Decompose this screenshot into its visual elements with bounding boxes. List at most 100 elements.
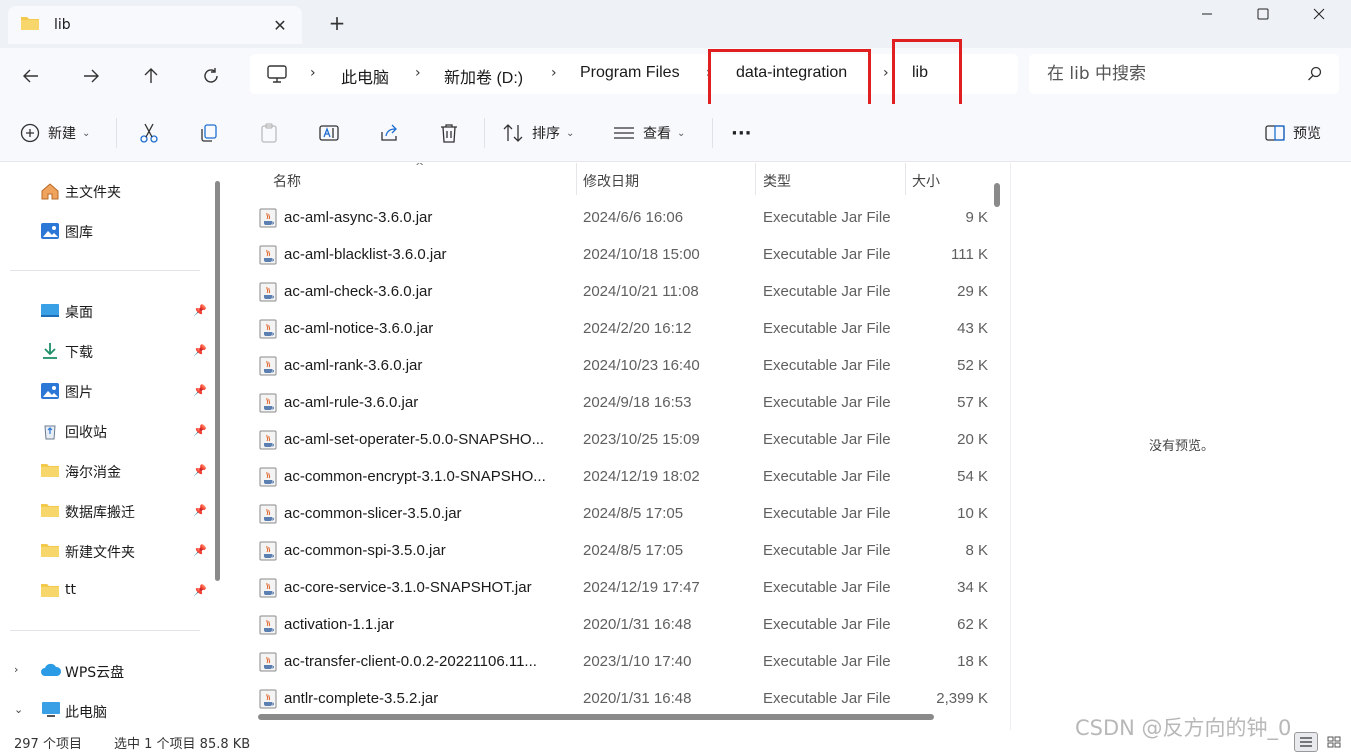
pin-icon[interactable]: 📌: [193, 464, 207, 477]
sidebar-item-pictures[interactable]: 图片 📌: [0, 373, 210, 409]
view-button[interactable]: 查看 ⌄: [613, 121, 685, 145]
file-size: 54 K: [957, 468, 988, 485]
jar-file-icon: [258, 208, 278, 232]
tiles-view-button[interactable]: [1322, 732, 1346, 752]
table-row[interactable]: ac-aml-rule-3.6.0.jar 2024/9/18 16:53 Exec…: [232, 385, 992, 422]
sidebar-item-this-pc[interactable]: ⌄ 此电脑: [0, 693, 210, 729]
table-row[interactable]: ac-aml-notice-3.6.0.jar 2024/2/20 16:12 Ex…: [232, 311, 992, 348]
paste-button[interactable]: [258, 121, 280, 145]
file-size: 29 K: [957, 283, 988, 300]
file-name: ac-transfer-client-0.0.2-20221106.11...: [284, 653, 537, 670]
forward-button[interactable]: [77, 62, 105, 90]
back-button[interactable]: [17, 62, 45, 90]
arrow-right-icon: [84, 69, 99, 83]
more-options-button[interactable]: ···: [731, 121, 752, 145]
sidebar-scrollbar[interactable]: [215, 181, 220, 581]
close-window-button[interactable]: [1296, 0, 1342, 28]
table-row[interactable]: ac-aml-check-3.6.0.jar 2024/10/21 11:08 Ex…: [232, 274, 992, 311]
chevron-down-icon[interactable]: ⌄: [14, 703, 23, 716]
new-button-label: 新建: [48, 126, 76, 142]
sidebar-item-desktop[interactable]: 桌面 📌: [0, 293, 210, 329]
pictures-icon: [40, 381, 60, 405]
sidebar-item-recycle-bin[interactable]: 回收站 📌: [0, 413, 210, 449]
breadcrumb-program-files[interactable]: Program Files: [580, 64, 680, 82]
minimize-button[interactable]: [1184, 0, 1230, 28]
table-row[interactable]: ac-common-spi-3.5.0.jar 2024/8/5 17:05 Exe…: [232, 533, 992, 570]
chevron-right-icon[interactable]: ›: [14, 663, 18, 676]
table-row[interactable]: ac-core-service-3.1.0-SNAPSHOT.jar 2024/1…: [232, 570, 992, 607]
file-size: 2,399 K: [936, 690, 988, 707]
cut-button[interactable]: [138, 121, 160, 145]
table-row[interactable]: activation-1.1.jar 2020/1/31 16:48 Executa…: [232, 607, 992, 644]
table-row[interactable]: ac-common-slicer-3.5.0.jar 2024/8/5 17:05…: [232, 496, 992, 533]
share-button[interactable]: [378, 121, 400, 145]
pin-icon[interactable]: 📌: [193, 344, 207, 357]
column-header-name[interactable]: 名称: [273, 163, 573, 195]
home-icon: [40, 181, 60, 205]
refresh-button[interactable]: [197, 62, 225, 90]
sidebar-item-folder-db-migration[interactable]: 数据库搬迁 📌: [0, 493, 210, 529]
file-name: activation-1.1.jar: [284, 616, 395, 633]
column-header-date[interactable]: 修改日期: [583, 163, 753, 195]
new-tab-button[interactable]: +: [326, 11, 348, 35]
folder-icon: [40, 581, 60, 603]
table-row[interactable]: ac-aml-set-operater-5.0.0-SNAPSHO... 2023…: [232, 422, 992, 459]
jar-file-icon: [258, 319, 278, 343]
file-type: Executable Jar File: [763, 283, 891, 300]
sidebar-item-folder-tt[interactable]: tt 📌: [0, 573, 210, 609]
sidebar-item-wps-cloud[interactable]: › WPS云盘: [0, 653, 210, 689]
search-input[interactable]: [1047, 63, 1297, 85]
vertical-scrollbar[interactable]: [992, 181, 1000, 711]
search-box[interactable]: [1029, 54, 1339, 94]
preview-pane-button[interactable]: 预览: [1265, 121, 1321, 145]
sidebar-item-gallery[interactable]: 图库: [0, 213, 210, 249]
column-header-type[interactable]: 类型: [763, 163, 903, 195]
table-row[interactable]: ac-aml-async-3.6.0.jar 2024/6/6 16:06 Exec…: [232, 200, 992, 237]
table-row[interactable]: antlr-complete-3.5.2.jar 2020/1/31 16:48 E…: [232, 681, 992, 718]
sidebar-item-home[interactable]: 主文件夹: [0, 173, 210, 209]
desktop-icon: [40, 301, 60, 325]
file-type: Executable Jar File: [763, 542, 891, 559]
pin-icon[interactable]: 📌: [193, 584, 207, 597]
breadcrumb-this-pc[interactable]: 此电脑: [341, 64, 389, 88]
table-row[interactable]: ac-aml-blacklist-3.6.0.jar 2024/10/18 15:…: [232, 237, 992, 274]
tab-lib[interactable]: lib ✕: [8, 6, 302, 44]
column-divider[interactable]: [755, 163, 756, 195]
sidebar-item-downloads[interactable]: 下载 📌: [0, 333, 210, 369]
rename-button[interactable]: [318, 121, 340, 145]
horizontal-scrollbar-thumb[interactable]: [258, 714, 934, 720]
file-name: ac-aml-async-3.6.0.jar: [284, 209, 433, 226]
file-date: 2024/12/19 17:47: [583, 579, 700, 596]
pin-icon[interactable]: 📌: [193, 424, 207, 437]
pin-icon[interactable]: 📌: [193, 504, 207, 517]
vertical-scrollbar-thumb[interactable]: [994, 183, 1000, 207]
breadcrumb-drive-d[interactable]: 新加卷 (D:): [444, 64, 523, 88]
sort-button[interactable]: 排序 ⌄: [502, 121, 574, 145]
details-view-button[interactable]: [1294, 732, 1318, 752]
column-header-size[interactable]: 大小: [912, 163, 992, 195]
pin-icon[interactable]: 📌: [193, 544, 207, 557]
column-divider[interactable]: [576, 163, 577, 195]
delete-button[interactable]: [438, 121, 460, 145]
column-divider[interactable]: [905, 163, 906, 195]
sidebar-item-folder-new[interactable]: 新建文件夹 📌: [0, 533, 210, 569]
file-name: ac-aml-rule-3.6.0.jar: [284, 394, 419, 411]
sidebar-item-folder-haier[interactable]: 海尔消金 📌: [0, 453, 210, 489]
table-row[interactable]: ac-transfer-client-0.0.2-20221106.11... 2…: [232, 644, 992, 681]
gallery-icon: [40, 221, 60, 245]
pin-icon[interactable]: 📌: [193, 384, 207, 397]
toolbar-divider: [712, 118, 713, 148]
table-row[interactable]: ac-common-encrypt-3.1.0-SNAPSHO... 2024/1…: [232, 459, 992, 496]
maximize-button[interactable]: [1240, 0, 1286, 28]
up-button[interactable]: [137, 62, 165, 90]
close-tab-icon[interactable]: ✕: [270, 15, 290, 35]
file-name: ac-aml-blacklist-3.6.0.jar: [284, 246, 447, 263]
address-row: › 此电脑 › 新加卷 (D:) › Program Files › data-…: [0, 39, 1351, 113]
search-icon[interactable]: [1307, 66, 1323, 86]
table-row[interactable]: ac-aml-rank-3.6.0.jar 2024/10/23 16:40 Exe…: [232, 348, 992, 385]
details-view-icon: [1300, 737, 1312, 747]
pin-icon[interactable]: 📌: [193, 304, 207, 317]
folder-icon: [40, 461, 60, 483]
copy-button[interactable]: [198, 121, 220, 145]
new-button[interactable]: 新建 ⌄: [20, 121, 90, 145]
